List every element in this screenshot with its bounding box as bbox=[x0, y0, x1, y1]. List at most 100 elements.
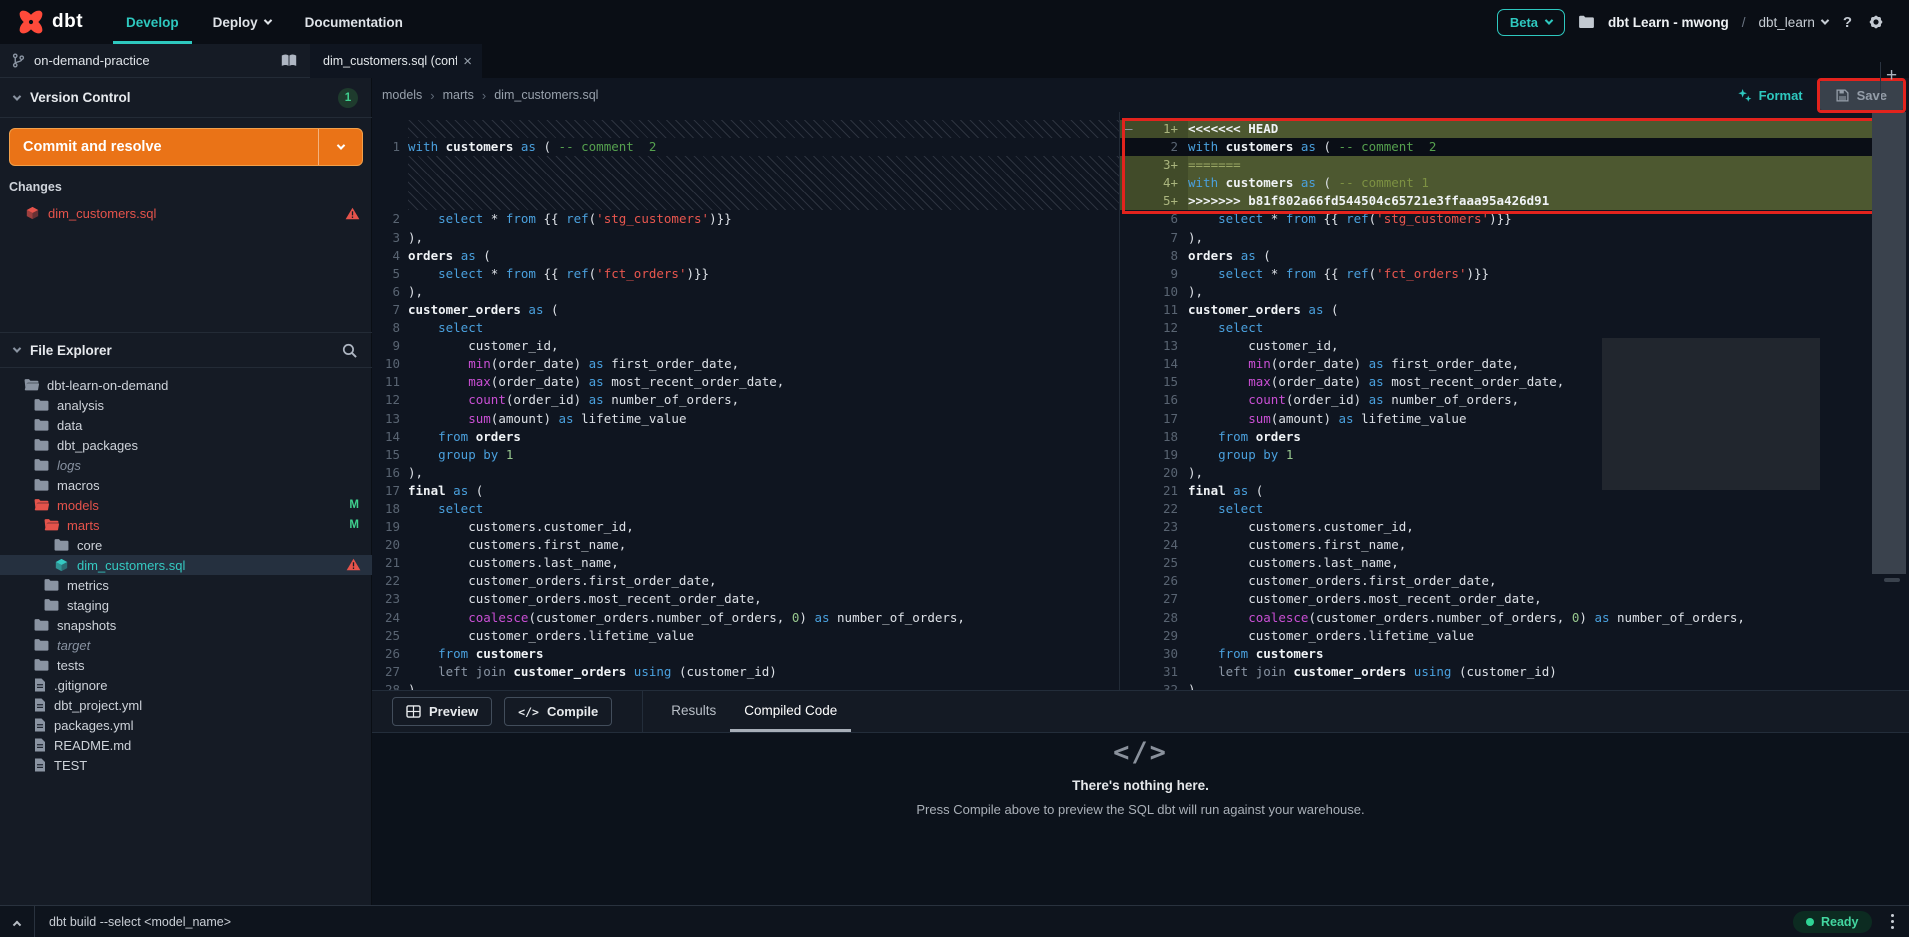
new-tab-button[interactable]: + bbox=[1886, 66, 1897, 86]
format-button[interactable]: Format bbox=[1737, 88, 1803, 103]
tree-item-analysis[interactable]: analysis bbox=[0, 395, 372, 415]
code-row[interactable]: 17final as ( bbox=[372, 482, 1119, 500]
code-row[interactable]: 5 select * from {{ ref('fct_orders')}} bbox=[372, 265, 1119, 283]
code-row[interactable]: 3+======= bbox=[1120, 156, 1872, 174]
commit-options-caret[interactable] bbox=[318, 129, 362, 165]
code-row[interactable]: 4orders as ( bbox=[372, 247, 1119, 265]
code-row[interactable] bbox=[372, 156, 1119, 174]
code-row[interactable]: 11 max(order_date) as most_recent_order_… bbox=[372, 373, 1119, 391]
tree-item--gitignore[interactable]: .gitignore bbox=[0, 675, 372, 695]
code-row[interactable]: 10), bbox=[1120, 283, 1872, 301]
code-row[interactable]: 27 customer_orders.most_recent_order_dat… bbox=[1120, 590, 1872, 608]
beta-dropdown[interactable]: Beta bbox=[1497, 9, 1565, 36]
tree-item-snapshots[interactable]: snapshots bbox=[0, 615, 372, 635]
file-explorer-header[interactable]: File Explorer bbox=[0, 332, 372, 368]
code-row[interactable] bbox=[372, 120, 1119, 138]
code-row[interactable]: 7), bbox=[1120, 229, 1872, 247]
environment-dropdown[interactable]: dbt_learn bbox=[1759, 15, 1828, 30]
tree-item-logs[interactable]: logs bbox=[0, 455, 372, 475]
tree-item-dbt-project-yml[interactable]: dbt_project.yml bbox=[0, 695, 372, 715]
tree-item-macros[interactable]: macros bbox=[0, 475, 372, 495]
code-row[interactable]: 28 coalesce(customer_orders.number_of_or… bbox=[1120, 609, 1872, 627]
docs-book-icon[interactable] bbox=[280, 53, 298, 68]
code-row[interactable]: 25 customers.last_name, bbox=[1120, 554, 1872, 572]
editor-pane-local[interactable]: 1with customers as ( -- comment 2 2 selec… bbox=[372, 112, 1120, 690]
dbt-logo[interactable]: dbt bbox=[18, 9, 83, 35]
code-row[interactable]: 11customer_orders as ( bbox=[1120, 301, 1872, 319]
code-row[interactable]: 21 customers.last_name, bbox=[372, 554, 1119, 572]
tab-dim-customers[interactable]: dim_customers.sql (confli... × bbox=[310, 44, 482, 78]
changed-file-item[interactable]: dim_customers.sql bbox=[0, 202, 372, 224]
tree-item-models[interactable]: modelsM bbox=[0, 495, 372, 515]
code-row[interactable]: 5+>>>>>>> b81f802a66fd544504c65721e3ffaa… bbox=[1120, 192, 1872, 210]
tree-item-dbt-learn-on-demand[interactable]: dbt-learn-on-demand bbox=[0, 375, 372, 395]
tree-item-dbt-packages[interactable]: dbt_packages bbox=[0, 435, 372, 455]
gear-icon[interactable] bbox=[1867, 13, 1885, 31]
tab-compiled-code[interactable]: Compiled Code bbox=[730, 691, 851, 732]
code-row[interactable]: 13 sum(amount) as lifetime_value bbox=[372, 410, 1119, 428]
tree-item-readme-md[interactable]: README.md bbox=[0, 735, 372, 755]
code-row[interactable]: 28) bbox=[372, 681, 1119, 690]
breadcrumb-item[interactable]: marts bbox=[443, 88, 474, 102]
code-row[interactable]: 23 customers.customer_id, bbox=[1120, 518, 1872, 536]
code-row[interactable]: 9 select * from {{ ref('fct_orders')}} bbox=[1120, 265, 1872, 283]
code-row[interactable]: 18 select bbox=[372, 500, 1119, 518]
status-badge[interactable]: Ready bbox=[1793, 911, 1872, 933]
code-row[interactable]: 24 coalesce(customer_orders.number_of_or… bbox=[372, 609, 1119, 627]
code-row[interactable]: 26 customer_orders.first_order_date, bbox=[1120, 572, 1872, 590]
tree-item-test[interactable]: TEST bbox=[0, 755, 372, 775]
code-row[interactable]: 22 select bbox=[1120, 500, 1872, 518]
code-row[interactable]: 14 from orders bbox=[372, 428, 1119, 446]
tab-results[interactable]: Results bbox=[657, 691, 730, 732]
code-row[interactable]: 6), bbox=[372, 283, 1119, 301]
code-row[interactable]: 30 from customers bbox=[1120, 645, 1872, 663]
code-row[interactable] bbox=[372, 192, 1119, 210]
nav-deploy[interactable]: Deploy bbox=[200, 0, 284, 44]
code-row[interactable]: 7customer_orders as ( bbox=[372, 301, 1119, 319]
breadcrumb-item[interactable]: dim_customers.sql bbox=[494, 88, 598, 102]
code-row[interactable]: 19 customers.customer_id, bbox=[372, 518, 1119, 536]
code-row[interactable]: 3), bbox=[372, 229, 1119, 247]
code-row[interactable]: 31 left join customer_orders using (cust… bbox=[1120, 663, 1872, 681]
breadcrumb-item[interactable]: models bbox=[382, 88, 422, 102]
code-row[interactable]: 2with customers as ( -- comment 2 bbox=[1120, 138, 1872, 156]
code-row[interactable]: 9 customer_id, bbox=[372, 337, 1119, 355]
code-row[interactable]: 12 count(order_id) as number_of_orders, bbox=[372, 391, 1119, 409]
code-row[interactable]: 4+with customers as ( -- comment 1 bbox=[1120, 174, 1872, 192]
help-icon[interactable]: ? bbox=[1841, 14, 1854, 31]
scrollbar-thumb[interactable] bbox=[1884, 578, 1900, 582]
search-icon[interactable] bbox=[341, 342, 358, 359]
nav-develop[interactable]: Develop bbox=[113, 0, 192, 44]
code-row[interactable]: 10 min(order_date) as first_order_date, bbox=[372, 355, 1119, 373]
tree-item-tests[interactable]: tests bbox=[0, 655, 372, 675]
code-row[interactable]: 16), bbox=[372, 464, 1119, 482]
code-row[interactable]: 15 group by 1 bbox=[372, 446, 1119, 464]
tree-item-packages-yml[interactable]: packages.yml bbox=[0, 715, 372, 735]
code-row[interactable]: 26 from customers bbox=[372, 645, 1119, 663]
preview-button[interactable]: Preview bbox=[392, 697, 492, 726]
nav-documentation[interactable]: Documentation bbox=[292, 0, 416, 44]
code-row[interactable]: 29 customer_orders.lifetime_value bbox=[1120, 627, 1872, 645]
kebab-menu-icon[interactable] bbox=[1888, 911, 1898, 933]
fold-marker[interactable]: – bbox=[1125, 120, 1133, 138]
tree-item-staging[interactable]: staging bbox=[0, 595, 372, 615]
code-row[interactable]: 1with customers as ( -- comment 2 bbox=[372, 138, 1119, 156]
command-input[interactable] bbox=[35, 915, 1793, 929]
code-row[interactable]: 6 select * from {{ ref('stg_customers')}… bbox=[1120, 210, 1872, 228]
code-row[interactable]: 27 left join customer_orders using (cust… bbox=[372, 663, 1119, 681]
code-row[interactable]: 32) bbox=[1120, 681, 1872, 690]
code-row[interactable]: 12 select bbox=[1120, 319, 1872, 337]
tree-item-data[interactable]: data bbox=[0, 415, 372, 435]
tree-item-marts[interactable]: martsM bbox=[0, 515, 372, 535]
code-row[interactable]: 24 customers.first_name, bbox=[1120, 536, 1872, 554]
tree-item-target[interactable]: target bbox=[0, 635, 372, 655]
code-row[interactable]: 2 select * from {{ ref('stg_customers')}… bbox=[372, 210, 1119, 228]
tree-item-core[interactable]: core bbox=[0, 535, 372, 555]
version-control-header[interactable]: Version Control 1 bbox=[0, 78, 372, 118]
code-row[interactable]: 25 customer_orders.lifetime_value bbox=[372, 627, 1119, 645]
compile-button[interactable]: </> Compile bbox=[504, 697, 612, 726]
code-row[interactable]: 23 customer_orders.most_recent_order_dat… bbox=[372, 590, 1119, 608]
editor-scrollbar[interactable] bbox=[1872, 112, 1906, 574]
tree-item-dim-customers-sql[interactable]: dim_customers.sql bbox=[0, 555, 372, 575]
code-row[interactable]: –1+<<<<<<< HEAD bbox=[1120, 120, 1872, 138]
